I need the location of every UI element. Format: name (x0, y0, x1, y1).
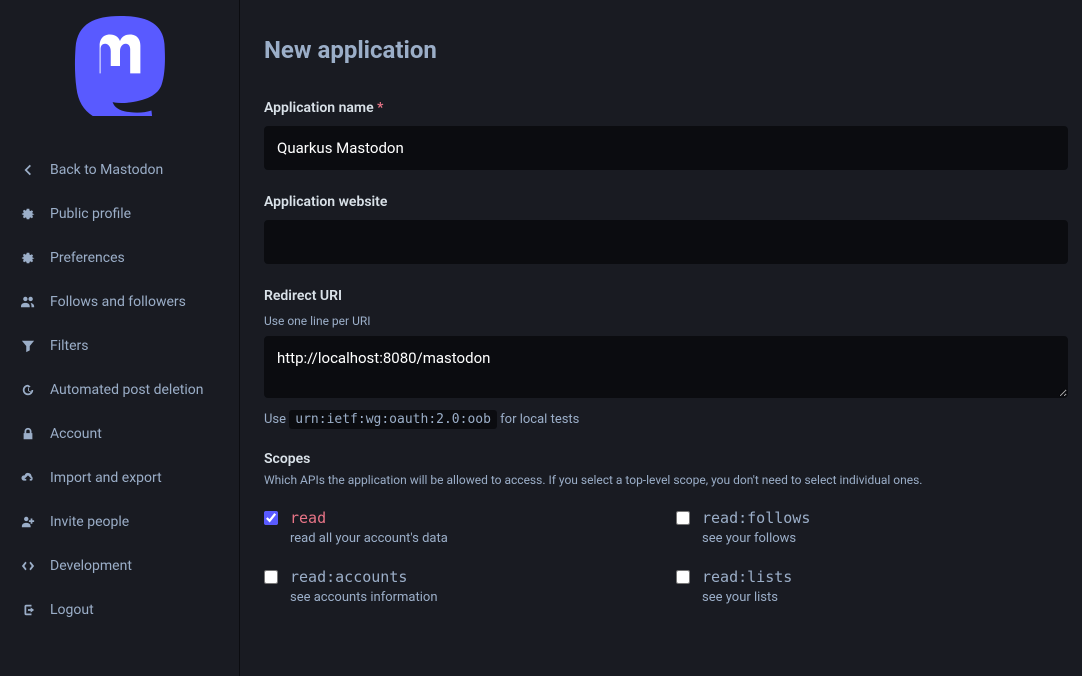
chevron-left-icon (20, 162, 36, 178)
nav-label: Back to Mastodon (50, 162, 163, 178)
scope-read: read read all your account's data (264, 509, 656, 546)
label-text: Application name (264, 100, 374, 116)
scope-read-follows: read:follows see your follows (676, 509, 1068, 546)
gear-icon (20, 250, 36, 266)
scope-read-lists-checkbox[interactable] (676, 570, 690, 584)
redirect-uri-label: Redirect URI (264, 288, 1068, 304)
redirect-uri-hint: Use one line per URI (264, 314, 1068, 328)
scope-desc: see your follows (702, 531, 810, 546)
oob-pre: Use (264, 412, 289, 427)
user-plus-icon (20, 514, 36, 530)
field-app-name: Application name * (264, 100, 1068, 170)
sign-out-icon (20, 602, 36, 618)
nav-follows-followers[interactable]: Follows and followers (0, 280, 239, 324)
nav-back-to-mastodon[interactable]: Back to Mastodon (0, 148, 239, 192)
gear-icon (20, 206, 36, 222)
scope-read-follows-checkbox[interactable] (676, 511, 690, 525)
nav-label: Filters (50, 338, 89, 354)
scopes-label: Scopes (264, 451, 1068, 467)
nav-label: Account (50, 426, 102, 442)
nav-account[interactable]: Account (0, 412, 239, 456)
nav-label: Development (50, 558, 132, 574)
history-icon (20, 382, 36, 398)
nav-label: Preferences (50, 250, 125, 266)
mastodon-logo-icon (73, 16, 167, 116)
scope-body: read:lists see your lists (702, 568, 792, 605)
scope-desc: see your lists (702, 590, 792, 605)
field-app-website: Application website (264, 194, 1068, 264)
scope-desc: see accounts information (290, 590, 438, 605)
field-scopes: Scopes Which APIs the application will b… (264, 451, 1068, 605)
main-content: New application Application name * Appli… (240, 0, 1082, 676)
scope-name: read:accounts (290, 568, 438, 586)
field-redirect-uri: Redirect URI Use one line per URI Use ur… (264, 288, 1068, 427)
oob-post: for local tests (497, 412, 579, 427)
app-website-input[interactable] (264, 220, 1068, 264)
cloud-download-icon (20, 470, 36, 486)
app-name-input[interactable] (264, 126, 1068, 170)
scope-read-lists: read:lists see your lists (676, 568, 1068, 605)
app-name-label: Application name * (264, 100, 1068, 116)
nav-label: Invite people (50, 514, 129, 530)
nav-invite-people[interactable]: Invite people (0, 500, 239, 544)
scope-name: read (290, 509, 448, 527)
scope-body: read read all your account's data (290, 509, 448, 546)
redirect-uri-textarea[interactable] (264, 336, 1068, 398)
nav-label: Automated post deletion (50, 382, 203, 398)
scopes-hint: Which APIs the application will be allow… (264, 473, 1068, 487)
oob-hint: Use urn:ietf:wg:oauth:2.0:oob for local … (264, 412, 1068, 427)
lock-icon (20, 426, 36, 442)
scope-desc: read all your account's data (290, 531, 448, 546)
nav-label: Import and export (50, 470, 162, 486)
nav-label: Public profile (50, 206, 131, 222)
nav-label: Follows and followers (50, 294, 186, 310)
scope-body: read:follows see your follows (702, 509, 810, 546)
app-website-label: Application website (264, 194, 1068, 210)
nav-automated-deletion[interactable]: Automated post deletion (0, 368, 239, 412)
code-icon (20, 558, 36, 574)
scopes-grid: read read all your account's data read:f… (264, 509, 1068, 605)
nav-public-profile[interactable]: Public profile (0, 192, 239, 236)
nav-logout[interactable]: Logout (0, 588, 239, 632)
required-marker: * (377, 100, 383, 116)
logo-wrap (0, 16, 239, 148)
filter-icon (20, 338, 36, 354)
scope-read-accounts-checkbox[interactable] (264, 570, 278, 584)
users-icon (20, 294, 36, 310)
oob-code: urn:ietf:wg:oauth:2.0:oob (289, 410, 497, 429)
nav-label: Logout (50, 602, 94, 618)
sidebar: Back to Mastodon Public profile Preferen… (0, 0, 240, 676)
scope-body: read:accounts see accounts information (290, 568, 438, 605)
scope-name: read:follows (702, 509, 810, 527)
nav-preferences[interactable]: Preferences (0, 236, 239, 280)
page-title: New application (264, 36, 1068, 64)
scope-name: read:lists (702, 568, 792, 586)
scope-read-accounts: read:accounts see accounts information (264, 568, 656, 605)
nav-import-export[interactable]: Import and export (0, 456, 239, 500)
nav-development[interactable]: Development (0, 544, 239, 588)
scope-read-checkbox[interactable] (264, 511, 278, 525)
nav-filters[interactable]: Filters (0, 324, 239, 368)
